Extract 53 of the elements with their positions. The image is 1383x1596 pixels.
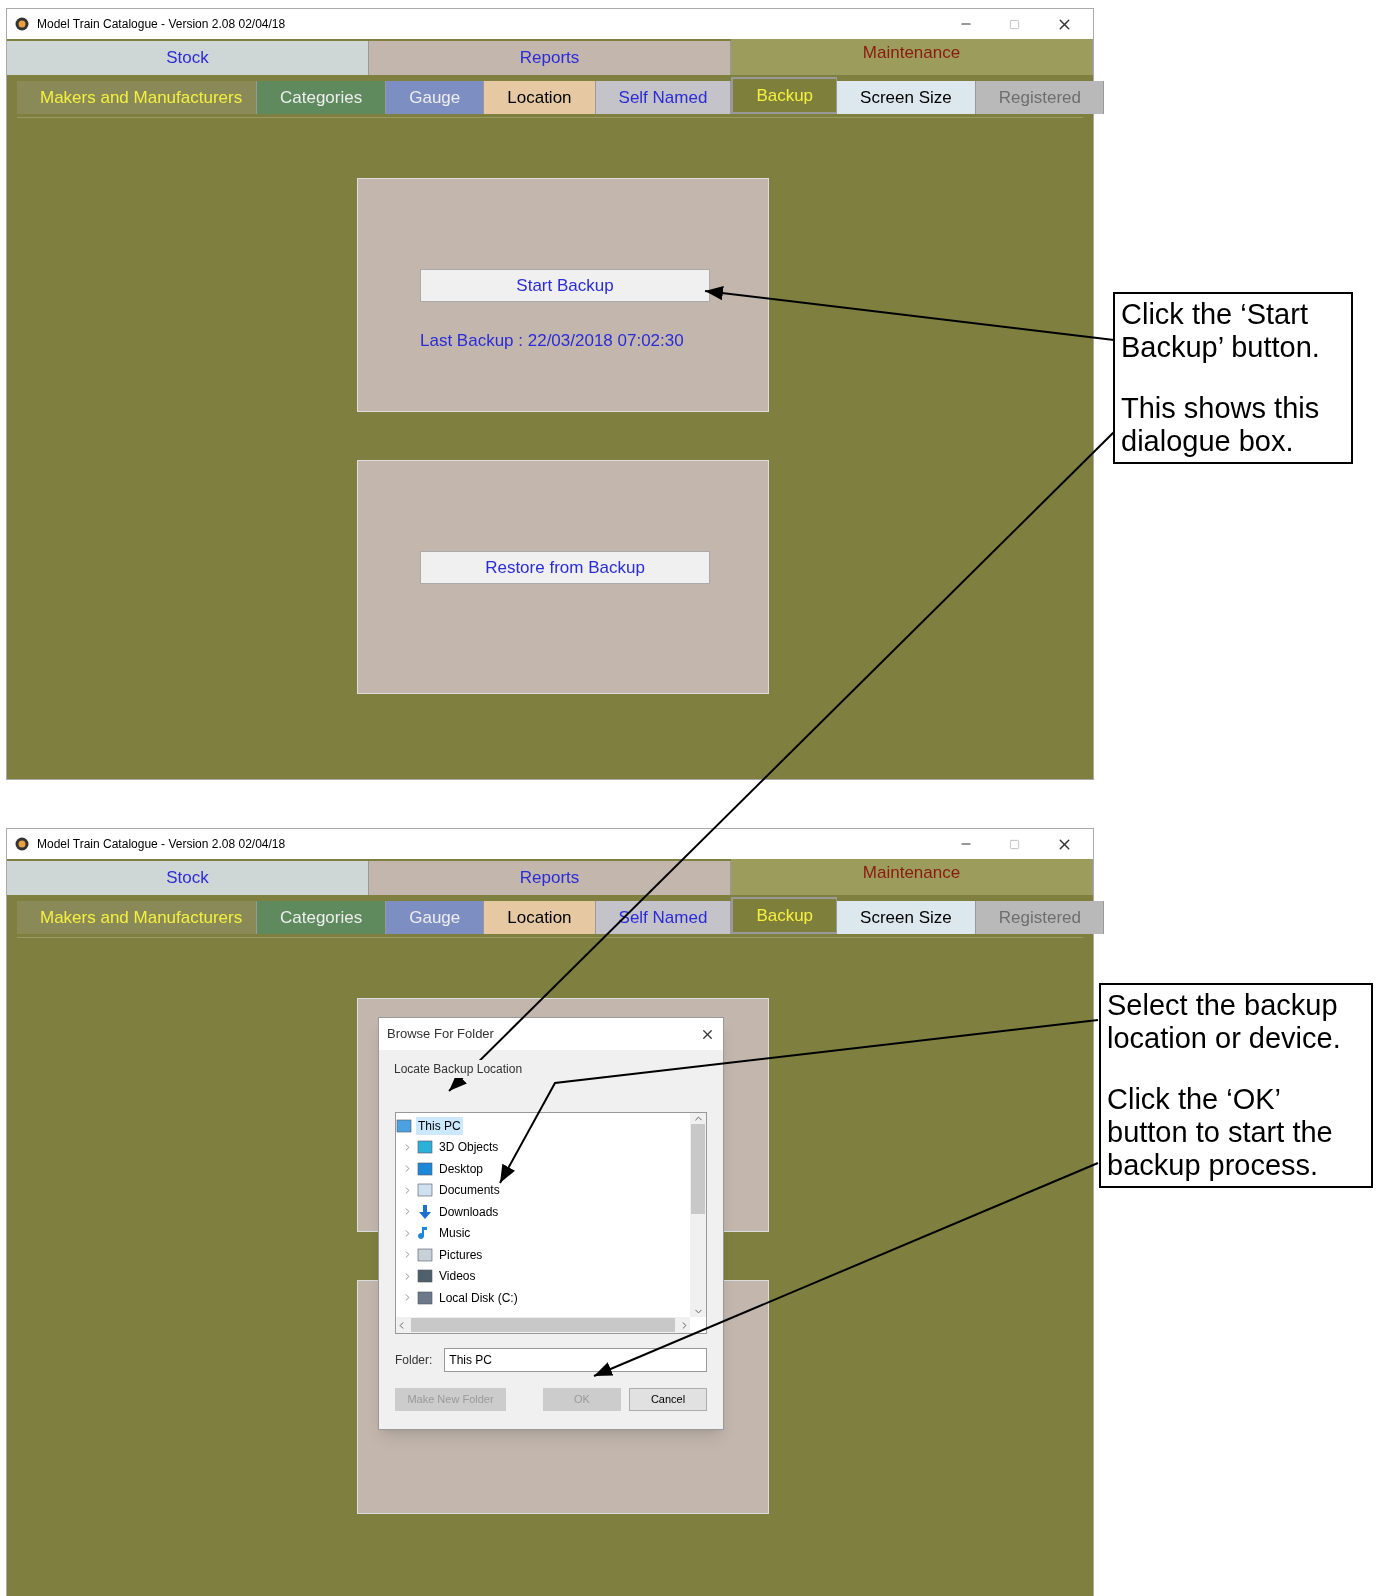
tree-item[interactable]: This PC bbox=[416, 1116, 463, 1135]
window-title: Model Train Catalogue - Version 2.08 02/04/18 bbox=[37, 16, 286, 33]
main-tab[interactable]: Stock bbox=[7, 41, 369, 75]
instruction-text: Locate Backup Location bbox=[394, 1060, 523, 1078]
window-title: Model Train Catalogue - Version 2.08 02/04/18 bbox=[37, 836, 286, 853]
folder-field[interactable]: This PC bbox=[444, 1348, 707, 1372]
vertical-scrollbar[interactable] bbox=[690, 1113, 706, 1317]
sub-tab[interactable]: Categories bbox=[257, 901, 387, 934]
cube-icon bbox=[417, 1140, 433, 1155]
horizontal-scrollbar[interactable] bbox=[396, 1317, 690, 1333]
tree-item[interactable]: Videos bbox=[437, 1267, 478, 1286]
tree-item[interactable]: Desktop bbox=[437, 1159, 486, 1178]
app-icon bbox=[15, 17, 29, 31]
sub-tab[interactable]: Screen Size bbox=[837, 901, 976, 934]
document-icon bbox=[417, 1183, 433, 1198]
pictures-icon bbox=[417, 1247, 433, 1262]
sub-tab[interactable]: Makers and Manufacturers bbox=[17, 81, 257, 114]
sub-tab[interactable]: Makers and Manufacturers bbox=[17, 901, 257, 934]
callout-text: Click the ‘Start Backup’ button. bbox=[1121, 298, 1321, 364]
sub-tab[interactable]: Backup bbox=[731, 77, 838, 114]
callout-text: This shows this dialogue box. bbox=[1121, 392, 1321, 458]
last-backup-text: Last Backup : 22/03/2018 07:02:30 bbox=[420, 330, 684, 352]
sub-tab[interactable]: Location bbox=[484, 901, 596, 934]
panel-button[interactable]: Start Backup bbox=[420, 269, 710, 302]
sub-tab[interactable]: Categories bbox=[257, 81, 387, 114]
main-tab[interactable]: Reports bbox=[369, 41, 731, 75]
tree-item[interactable]: Music bbox=[437, 1224, 473, 1243]
folder-label: Folder: bbox=[395, 1352, 433, 1369]
callout-text: Select the backup location or device. bbox=[1107, 989, 1342, 1055]
callout-text: Click the ‘OK’ button to start the backup process. bbox=[1107, 1083, 1334, 1182]
main-tab[interactable]: Maintenance bbox=[731, 859, 1093, 895]
download-icon bbox=[417, 1204, 433, 1219]
sub-tab[interactable]: Location bbox=[484, 81, 596, 114]
tree-item[interactable]: 3D Objects bbox=[437, 1138, 501, 1157]
dialog-title: Browse For Folder bbox=[387, 1025, 494, 1044]
tree-item[interactable]: Documents bbox=[437, 1181, 502, 1200]
main-tab[interactable]: Reports bbox=[369, 861, 731, 895]
tree-item[interactable]: Downloads bbox=[437, 1202, 501, 1221]
tree-item[interactable]: Local Disk (C:) bbox=[437, 1288, 520, 1307]
app-icon bbox=[15, 837, 29, 851]
maximize-icon[interactable] bbox=[1009, 838, 1020, 850]
sub-tab[interactable]: Screen Size bbox=[837, 81, 976, 114]
sub-tab[interactable]: Self Named bbox=[595, 81, 732, 114]
tree-item[interactable]: Pictures bbox=[437, 1245, 485, 1264]
sub-tab[interactable]: Backup bbox=[731, 897, 838, 934]
desktop-icon bbox=[417, 1161, 433, 1176]
panel-button[interactable]: Restore from Backup bbox=[420, 551, 710, 584]
main-tab[interactable]: Stock bbox=[7, 861, 369, 895]
dialog-button[interactable]: Cancel bbox=[629, 1388, 707, 1411]
maximize-icon[interactable] bbox=[1009, 18, 1020, 30]
main-tab[interactable]: Maintenance bbox=[731, 39, 1093, 75]
pc-icon bbox=[396, 1118, 412, 1133]
videos-icon bbox=[417, 1269, 433, 1284]
